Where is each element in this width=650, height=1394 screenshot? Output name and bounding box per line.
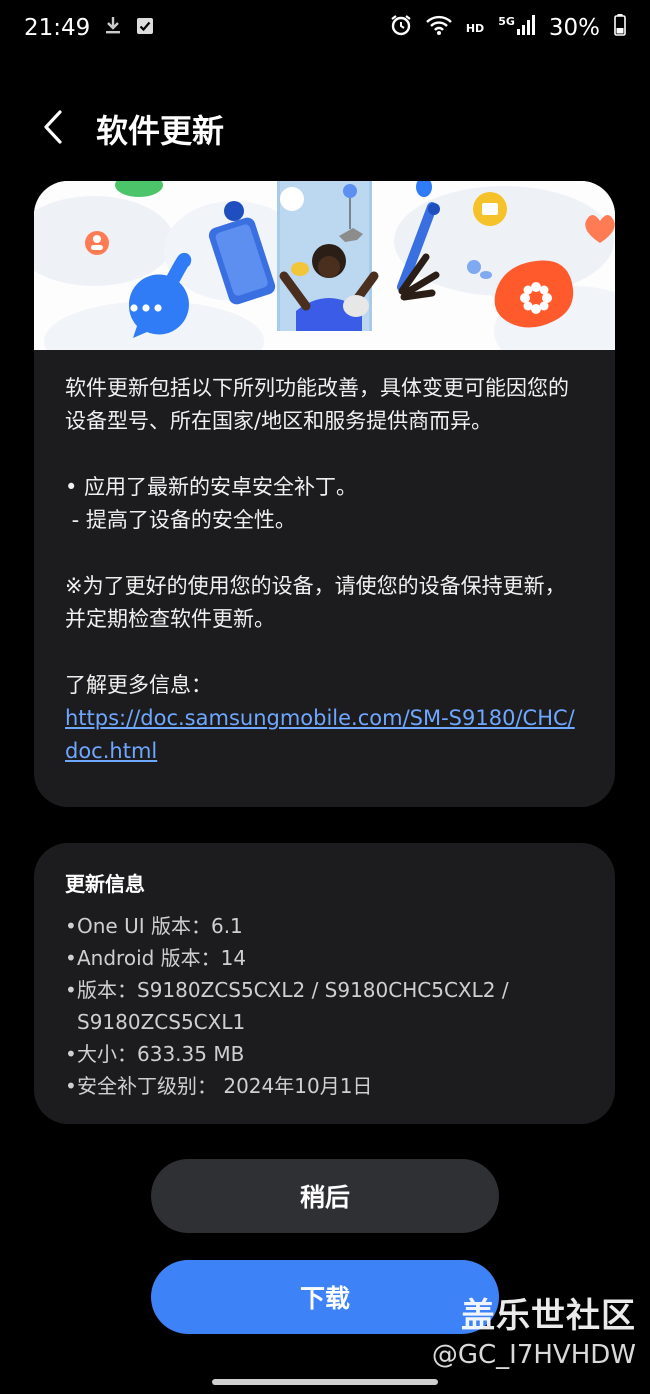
status-bar: 21:49 HD 5G 30% <box>0 0 650 56</box>
one-ui-version: One UI 版本：6.1 <box>77 914 243 938</box>
later-button[interactable]: 稍后 <box>151 1159 499 1233</box>
download-button[interactable]: 下载 <box>151 1260 499 1334</box>
app-bar: 软件更新 <box>0 96 650 162</box>
home-indicator[interactable] <box>212 1379 438 1385</box>
notes-subitem: - 提高了设备的安全性。 <box>65 508 296 532</box>
notes-reminder: ※为了更好的使用您的设备，请使您的设备保持更新，并定期检查软件更新。 <box>65 574 566 631</box>
wifi-icon <box>425 15 452 41</box>
list-item: • 大小：633.35 MB <box>65 1038 591 1070</box>
android-version: Android 版本：14 <box>77 946 247 970</box>
alarm-icon <box>390 14 412 42</box>
list-item: • 安全补丁级别： 2024年10月1日 <box>65 1070 591 1102</box>
build-version: 版本：S9180ZCS5CXL2 / S9180CHC5CXL2 / S9180… <box>77 978 509 1034</box>
download-icon <box>104 15 122 41</box>
list-item: • 版本：S9180ZCS5CXL2 / S9180CHC5CXL2 / S918… <box>65 974 591 1038</box>
signal-icon <box>516 15 535 41</box>
notes-intro: 软件更新包括以下所列功能改善，具体变更可能因您的设备型号、所在国家/地区和服务提… <box>65 376 569 433</box>
update-banner-illustration <box>34 181 615 350</box>
more-info-label: 了解更多信息： <box>65 673 212 697</box>
page-title: 软件更新 <box>96 112 225 150</box>
checkbox-notification-icon <box>136 16 154 41</box>
chevron-left-icon <box>42 109 64 149</box>
status-time: 21:49 <box>24 15 91 41</box>
network-type: 5G <box>498 15 515 28</box>
release-notes-card: 软件更新包括以下所列功能改善，具体变更可能因您的设备型号、所在国家/地区和服务提… <box>34 181 615 807</box>
release-notes-text: 软件更新包括以下所列功能改善，具体变更可能因您的设备型号、所在国家/地区和服务提… <box>34 350 615 768</box>
notes-item: • 应用了最新的安卓安全补丁。 <box>65 475 358 499</box>
update-info-title: 更新信息 <box>65 872 145 896</box>
security-patch-level: 安全补丁级别： 2024年10月1日 <box>77 1074 373 1098</box>
back-button[interactable] <box>18 96 88 162</box>
battery-percent: 30% <box>548 15 600 41</box>
documentation-link[interactable]: https://doc.samsungmobile.com/SM-S9180/C… <box>65 706 575 763</box>
update-info-card: 更新信息 • One UI 版本：6.1 • Android 版本：14 • 版本：S… <box>34 843 615 1124</box>
download-size: 大小：633.35 MB <box>77 1042 245 1066</box>
battery-icon <box>614 14 626 42</box>
update-info-list: • One UI 版本：6.1 • Android 版本：14 • 版本：S9180Z… <box>34 910 615 1102</box>
list-item: • Android 版本：14 <box>65 942 591 974</box>
hd-badge: HD <box>465 21 485 35</box>
watermark-user: @GC_I7HVHDW <box>431 1340 636 1370</box>
list-item: • One UI 版本：6.1 <box>65 910 591 942</box>
watermark-community: 盖乐世社区 <box>461 1296 636 1336</box>
